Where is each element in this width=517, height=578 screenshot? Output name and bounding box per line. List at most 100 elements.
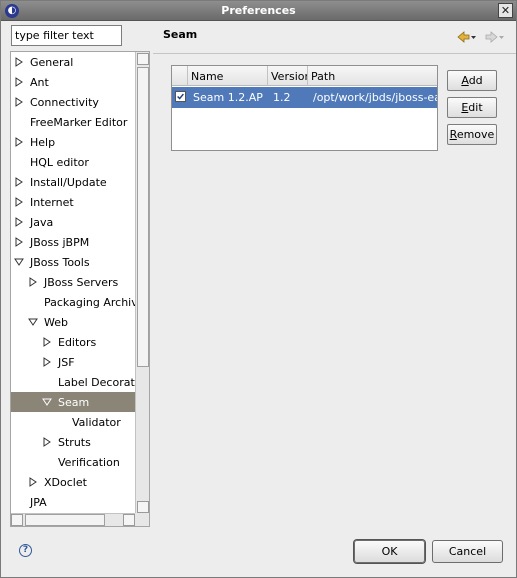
back-arrow-icon[interactable] (457, 31, 477, 43)
tree-item[interactable]: Ant (11, 72, 135, 92)
header-separator (153, 53, 516, 54)
scroll-left-arrow[interactable] (11, 514, 23, 526)
tree-item[interactable]: Connectivity (11, 92, 135, 112)
add-button[interactable]: Add (447, 70, 497, 91)
collapsed-twisty-icon[interactable] (14, 97, 24, 107)
close-button[interactable]: ✕ (498, 3, 513, 18)
remove-mnemonic: R (449, 128, 457, 141)
tree-item-label: Validator (72, 416, 121, 429)
tree-item[interactable]: HQL editor (11, 152, 135, 172)
tree-item[interactable]: JSF (11, 352, 135, 372)
tree-vertical-scrollbar[interactable] (135, 52, 149, 514)
edit-button[interactable]: Edit (447, 97, 497, 118)
tree-item[interactable]: Seam (11, 392, 135, 412)
table-row[interactable]: Seam 1.2.AP 1.2 /opt/work/jbds/jboss-eap… (172, 87, 437, 108)
tree-item[interactable]: JBoss Tools (11, 252, 135, 272)
collapsed-twisty-icon[interactable] (42, 357, 52, 367)
tree-item-label: Label Decorations (58, 376, 135, 389)
remove-label-rest: emove (456, 128, 495, 141)
tree-item[interactable]: Help (11, 132, 135, 152)
seam-runtimes-table: Name Version Path Seam 1.2.AP 1.2 /opt/w… (171, 65, 438, 151)
collapsed-twisty-icon[interactable] (14, 237, 24, 247)
tree-item[interactable]: Packaging Archives (11, 292, 135, 312)
tree-item[interactable]: JBoss jBPM (11, 232, 135, 252)
collapsed-twisty-icon[interactable] (28, 277, 38, 287)
cell-name: Seam 1.2.AP (193, 91, 263, 104)
collapsed-twisty-icon[interactable] (14, 57, 24, 67)
column-header-name[interactable]: Name (188, 66, 268, 86)
collapsed-twisty-icon[interactable] (42, 437, 52, 447)
preferences-dialog: ◐ Preferences ✕ General Ant Connectivity Fr… (0, 0, 517, 578)
tree-item[interactable]: Install/Update (11, 172, 135, 192)
tree-item[interactable]: JBoss Servers (11, 272, 135, 292)
column-header-version[interactable]: Version (268, 66, 308, 86)
tree-item[interactable]: FreeMarker Editor (11, 112, 135, 132)
column-header-checkbox[interactable] (172, 66, 188, 86)
tree-item[interactable]: JPA (11, 492, 135, 512)
tree-item[interactable]: Java (11, 212, 135, 232)
hscroll-thumb[interactable] (25, 514, 105, 526)
collapsed-twisty-icon[interactable] (14, 137, 24, 147)
scroll-down-arrow[interactable] (137, 501, 149, 513)
collapsed-twisty-icon[interactable] (14, 177, 24, 187)
cell-path: /opt/work/jbds/jboss-eap/seam (313, 91, 437, 104)
tree-item-label: Editors (58, 336, 97, 349)
expanded-twisty-icon[interactable] (14, 257, 24, 267)
filter-input[interactable] (11, 25, 122, 46)
tree-item-label: Internet (30, 196, 74, 209)
table-header: Name Version Path (172, 66, 437, 86)
forward-arrow-icon[interactable] (485, 31, 505, 43)
tree-item-label: Seam (58, 396, 90, 409)
column-header-path[interactable]: Path (308, 66, 437, 86)
window-title: Preferences (221, 4, 296, 17)
expanded-twisty-icon[interactable] (42, 397, 52, 407)
tree-item[interactable]: Internet (11, 192, 135, 212)
tree-item[interactable]: Label Decorations (11, 372, 135, 392)
scroll-thumb[interactable] (137, 67, 149, 367)
preference-tree: General Ant Connectivity FreeMarker Editor H… (10, 51, 150, 527)
collapsed-twisty-icon[interactable] (14, 197, 24, 207)
collapsed-twisty-icon[interactable] (14, 217, 24, 227)
tree-item[interactable]: Web (11, 312, 135, 332)
tree-item[interactable]: XDoclet (11, 472, 135, 492)
tree-item-label: XDoclet (44, 476, 87, 489)
tree-item-label: HQL editor (30, 156, 89, 169)
scroll-right-arrow[interactable] (123, 514, 135, 526)
expanded-twisty-icon[interactable] (28, 317, 38, 327)
help-icon[interactable]: ? (19, 544, 32, 557)
tree-item-label: General (30, 56, 74, 69)
tree-item-label: Help (30, 136, 56, 149)
scrollbar-corner (135, 513, 149, 526)
tree-item[interactable]: Struts (11, 432, 135, 452)
collapsed-twisty-icon[interactable] (14, 77, 24, 87)
tree-item-label: Struts (58, 436, 91, 449)
tree-item[interactable]: Verification (11, 452, 135, 472)
tree-items: General Ant Connectivity FreeMarker Editor H… (11, 52, 135, 514)
page-title: Seam (163, 28, 198, 41)
tree-item-label: JBoss Servers (44, 276, 119, 289)
tree-item-label: JBoss Tools (30, 256, 90, 269)
tree-item-label: JPA (30, 496, 47, 509)
remove-button[interactable]: Remove (447, 124, 497, 145)
tree-item-label: JSF (58, 356, 75, 369)
add-mnemonic: A (461, 74, 469, 87)
tree-item-label: Web (44, 316, 68, 329)
collapsed-twisty-icon[interactable] (42, 337, 52, 347)
tree-item[interactable]: Editors (11, 332, 135, 352)
row-checkbox[interactable] (175, 91, 186, 102)
title-bar: ◐ Preferences ✕ (1, 1, 516, 21)
ok-button[interactable]: OK (354, 540, 425, 563)
tree-item[interactable]: Validator (11, 412, 135, 432)
tree-horizontal-scrollbar[interactable] (11, 513, 135, 526)
tree-item-label: Verification (58, 456, 120, 469)
collapsed-twisty-icon[interactable] (28, 477, 38, 487)
tree-item-label: JBoss jBPM (30, 236, 90, 249)
tree-item-label: Java (30, 216, 54, 229)
add-label-rest: dd (468, 74, 483, 87)
tree-item-label: Connectivity (30, 96, 99, 109)
tree-item[interactable]: General (11, 52, 135, 72)
tree-item-label: Ant (30, 76, 49, 89)
tree-item-label: Install/Update (30, 176, 107, 189)
cancel-button[interactable]: Cancel (432, 540, 503, 563)
scroll-up-arrow[interactable] (137, 53, 149, 65)
